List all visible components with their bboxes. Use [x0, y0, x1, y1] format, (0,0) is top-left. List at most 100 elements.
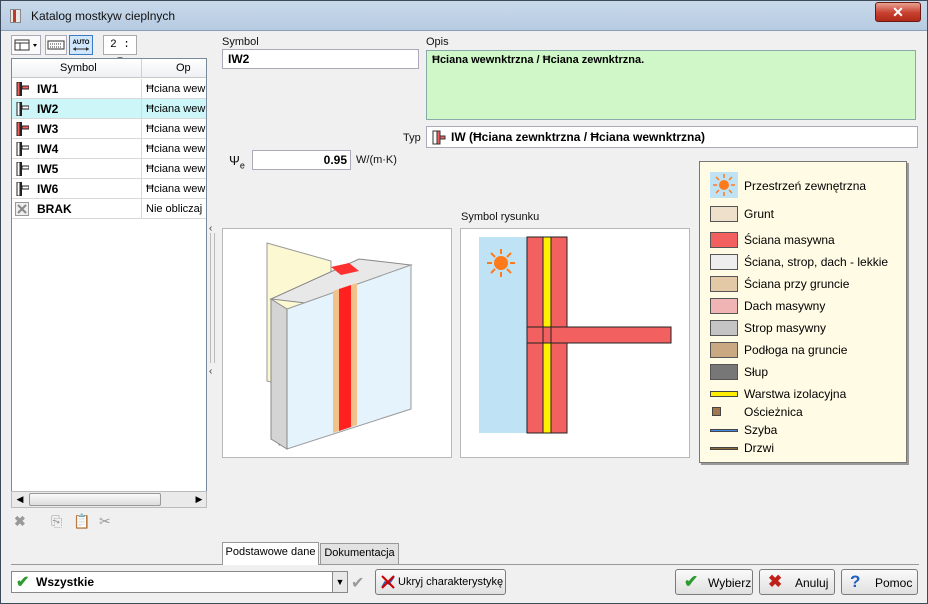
cross-icon: ✖	[768, 572, 783, 591]
row-symbol: IW4	[37, 142, 59, 156]
legend-swatch	[710, 320, 738, 336]
list-row[interactable]: IW4 Ħciana wewnktrzna	[12, 139, 206, 159]
legend-label: Słup	[744, 365, 769, 379]
opis-textarea[interactable]: Ħciana wewnktrzna / Ħciana zewnktrzna.	[426, 50, 916, 120]
view-menu-button[interactable]	[11, 35, 41, 55]
legend-label: Strop masywny	[744, 321, 827, 335]
bridge-3d-drawing	[222, 228, 452, 458]
check-icon: ✔	[684, 572, 699, 591]
psi-unit: W/(m·K)	[356, 154, 397, 166]
grid-view-icon	[14, 39, 37, 51]
copy-icon[interactable]: ⎘	[51, 513, 62, 530]
row-symbol: IW6	[37, 182, 59, 196]
scroll-thumb[interactable]	[29, 493, 161, 506]
row-description: Nie obliczaj mostka	[146, 203, 206, 215]
scroll-right-arrow[interactable]: ▶	[192, 493, 206, 506]
opis-label: Opis	[426, 36, 449, 48]
filter-combo[interactable]: ✔ Wszystkie	[11, 571, 345, 593]
delete-icon[interactable]: ✖	[14, 513, 26, 530]
filter-dropdown-arrow[interactable]: ▼	[332, 571, 348, 593]
cancel-button[interactable]: ✖ Anuluj	[759, 569, 835, 595]
list-row[interactable]: IW6 Ħciana wewnktrzna	[12, 179, 206, 199]
typ-label: Typ	[403, 132, 421, 144]
wall-t-red-icon	[16, 122, 29, 136]
list-header: Symbol Op	[12, 59, 206, 78]
column-header-symbol[interactable]: Symbol	[60, 62, 97, 74]
psi-label: Ψe	[229, 153, 245, 171]
symbol-rysunku-label: Symbol rysunku	[461, 211, 540, 223]
legend-label: Szyba	[744, 423, 778, 437]
symbol-field[interactable]: IW2	[222, 49, 419, 69]
help-button[interactable]: ? Pomoc	[841, 569, 918, 595]
tab-basic-data[interactable]: Podstawowe dane	[222, 542, 319, 565]
bridge-section-icon	[479, 236, 672, 434]
row-description: Ħciana wewnktrzna	[146, 183, 206, 195]
choose-button[interactable]: ✔ Wybierz	[675, 569, 753, 595]
window-title: Katalog mostkyw cieplnych	[31, 9, 176, 23]
column-header-desc[interactable]: Op	[176, 62, 191, 74]
legend-label: Dach masywny	[744, 299, 826, 313]
splitter[interactable]	[210, 233, 215, 363]
bridge-symbol-drawing	[460, 228, 690, 458]
cut-icon[interactable]: ✂	[99, 513, 111, 530]
collapse-left-arrow-2[interactable]: ‹	[209, 366, 212, 377]
list-row[interactable]: BRAK Nie obliczaj mostka	[12, 199, 206, 219]
sun-icon	[710, 172, 738, 198]
filter-value: Wszystkie	[36, 575, 95, 589]
legend-swatch	[710, 254, 738, 270]
psi-value-field[interactable]: 0.95	[252, 150, 351, 170]
scroll-left-arrow[interactable]: ◀	[13, 493, 27, 506]
legend-swatch	[712, 407, 721, 416]
legend-swatch	[710, 298, 738, 314]
legend-label: Ściana przy gruncie	[744, 277, 850, 291]
row-description: Ħciana wewnktrzna	[146, 163, 206, 175]
wall-t-icon	[16, 102, 29, 116]
keyboard-button[interactable]	[45, 35, 67, 55]
typ-value: IW (Ħciana zewnktrzna / Ħciana wewnktrzn…	[451, 130, 706, 144]
legend-label: Ościeżnica	[744, 405, 803, 419]
paste-icon[interactable]: 📋	[73, 513, 90, 530]
legend-swatch	[710, 342, 738, 358]
wall-type-icon	[432, 130, 446, 145]
list-horizontal-scrollbar[interactable]: ◀ ▶	[11, 491, 207, 508]
list-row[interactable]: IW2 Ħciana wewnktrzna	[12, 99, 206, 119]
legend-swatch	[710, 391, 738, 397]
row-description: Ħciana wewnktrzna	[146, 83, 206, 95]
legend-swatch	[710, 232, 738, 248]
close-button[interactable]: ✕	[875, 2, 921, 22]
row-description: Ħciana wewnktrzna	[146, 103, 206, 115]
keyboard-icon	[47, 40, 65, 50]
row-symbol: BRAK	[37, 202, 72, 216]
tab-documentation[interactable]: Dokumentacja	[320, 543, 399, 564]
catalog-window: Katalog mostkyw cieplnych ✕ AUTO 2: Sym…	[0, 0, 928, 604]
wall-junction-3d-icon	[266, 242, 413, 450]
legend-swatch	[710, 428, 738, 432]
bridge-list[interactable]: Symbol Op IW1 Ħciana wewnktrzna IW2 Ħciana …	[11, 58, 207, 508]
check-icon: ✔	[16, 574, 30, 591]
chart-hide-icon	[381, 575, 395, 589]
legend-swatch	[710, 276, 738, 292]
question-icon: ?	[850, 572, 861, 591]
legend-swatch	[710, 364, 738, 380]
legend-label: Warstwa izolacyjna	[744, 387, 847, 401]
list-row[interactable]: IW1 Ħciana wewnktrzna	[12, 79, 206, 99]
legend-label: Ściana masywna	[744, 233, 835, 247]
cross-gray-icon	[15, 202, 29, 216]
typ-field[interactable]: IW (Ħciana zewnktrzna / Ħciana wewnktrzn…	[426, 126, 918, 148]
row-description: Ħciana wewnktrzna	[146, 143, 206, 155]
auto-width-button[interactable]: AUTO	[69, 35, 93, 55]
row-description: Ħciana wewnktrzna	[146, 123, 206, 135]
legend-label: Podłoga na gruncie	[744, 343, 848, 357]
list-row[interactable]: IW5 Ħciana wewnktrzna	[12, 159, 206, 179]
row-symbol: IW2	[37, 102, 59, 116]
row-symbol: IW5	[37, 162, 59, 176]
legend-swatch	[710, 206, 738, 222]
wall-t-icon	[16, 182, 29, 196]
list-row[interactable]: IW3 Ħciana wewnktrzna	[12, 119, 206, 139]
hide-characteristics-button[interactable]: Ukryj charakterystykę	[375, 569, 506, 595]
apply-filter-icon[interactable]: ✔	[351, 573, 364, 593]
symbol-label: Symbol	[222, 36, 259, 48]
legend-label: Przestrzeń zewnętrzna	[744, 179, 867, 193]
legend-label: Grunt	[744, 207, 775, 221]
wall-t-icon	[16, 142, 29, 156]
